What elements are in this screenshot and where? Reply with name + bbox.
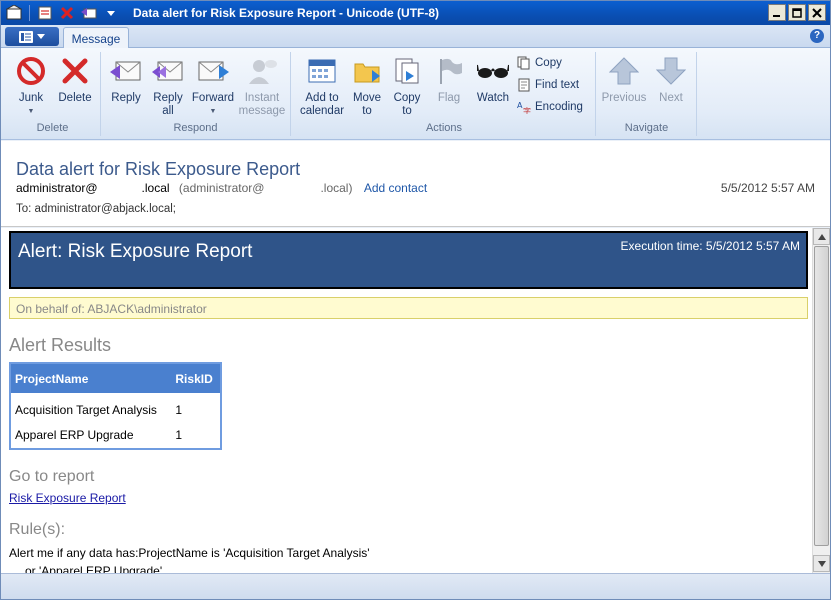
ribbon: Junk ▼ Delete Delete Reply Reply all For… [1,48,830,140]
go-to-report-heading: Go to report [9,468,95,485]
risk-exposure-report-link[interactable]: Risk Exposure Report [9,491,126,505]
glasses-icon [476,54,510,88]
to-label: To: [16,203,32,215]
ribbon-tab-strip: Message ? [1,25,830,49]
message-header: Data alert for Risk Exposure Report admi… [1,141,830,227]
forward-icon [196,54,230,88]
ribbon-group-respond: Reply Reply all Forward ▼ Instant messag… [101,52,291,136]
flag-icon [432,54,466,88]
copy-button[interactable]: Copy [517,56,562,70]
chevron-down-icon [817,560,826,567]
delete-button[interactable]: Delete [53,52,97,105]
status-bar [1,573,830,599]
reply-all-button[interactable]: Reply all [147,52,189,118]
arrow-up-icon [607,54,641,88]
table-cell: Apparel ERP Upgrade [15,427,134,442]
reply-button[interactable]: Reply [105,52,147,105]
customize-dropdown-icon[interactable] [102,4,120,22]
chevron-up-icon [817,233,826,240]
encoding-button[interactable]: A字 Encoding [517,100,583,114]
copy-icon [517,56,530,70]
column-header-projectname: ProjectName [10,363,172,393]
to-line: To: administrator@abjack.local; [16,203,176,215]
sender-name: administrator@ [16,181,98,195]
junk-quick-icon[interactable] [36,4,54,22]
find-text-button[interactable]: Find text [517,78,579,92]
reply-quick-icon[interactable] [80,4,98,22]
previous-button[interactable]: Previous [599,52,649,105]
alert-results-table: ProjectName RiskID Acquisition Target An… [9,362,222,450]
flag-button[interactable]: Flag [429,52,469,105]
delete-quick-icon[interactable] [58,4,76,22]
execution-time: Execution time: 5/5/2012 5:57 AM [620,239,800,253]
sender-domain: .local [141,181,170,195]
close-button[interactable] [808,4,826,21]
window-title: Data alert for Risk Exposure Report - Un… [133,6,440,20]
svg-text:字: 字 [523,106,531,114]
next-button[interactable]: Next [649,52,693,105]
chevron-down-icon: ▼ [209,108,217,115]
ribbon-group-actions: Add to calendar Move to Copy to Flag Wat… [293,52,596,136]
table-cell: 1 [175,403,183,417]
person-chat-icon [245,54,279,88]
document-copy-icon [390,54,424,88]
sender-address-open: (administrator@ [178,181,265,195]
chevron-down-icon [37,33,45,39]
tab-message[interactable]: Message [63,27,129,49]
scrollbar-thumb[interactable] [814,246,829,546]
maximize-button[interactable] [788,4,806,21]
calendar-icon [305,54,339,88]
junk-button[interactable]: Junk ▼ [9,52,53,118]
mail-app-icon[interactable] [5,4,23,22]
alert-results-heading: Alert Results [9,335,112,355]
help-icon[interactable]: ? [810,29,824,43]
encoding-icon: A字 [517,101,531,114]
forward-button[interactable]: Forward ▼ [189,52,237,118]
arrow-down-icon [654,54,688,88]
copy-to-button[interactable]: Copy to [387,52,427,118]
delete-x-icon [58,54,92,88]
chevron-down-icon: ▼ [27,108,35,115]
table-cell: Acquisition Target Analysis [15,403,157,417]
ribbon-group-navigate: Previous Next Navigate [597,52,697,136]
app-menu-button[interactable] [5,27,59,46]
on-behalf-bar: On behalf of: ABJACK\administrator [9,297,808,319]
from-line: administrator@ .local (administrator@ .loc… [16,181,427,195]
quick-access-toolbar [5,4,120,22]
rules-heading: Rule(s): [9,521,66,538]
window-controls [768,4,826,21]
message-date: 5/5/2012 5:57 AM [720,181,815,195]
scroll-down-button[interactable] [813,555,830,572]
find-document-icon [518,78,530,92]
watch-button[interactable]: Watch [471,52,515,105]
message-body: Alert: Risk Exposure Report Execution ti… [1,228,812,573]
sender-address-close: .local) [320,181,353,195]
reply-icon [109,54,143,88]
alert-title: Alert: Risk Exposure Report [18,241,253,262]
folder-move-icon [350,54,384,88]
vertical-scrollbar[interactable] [812,228,830,573]
table-cell: 1 [175,427,183,442]
alert-banner: Alert: Risk Exposure Report Execution ti… [9,231,808,289]
table-row: Acquisition Target Analysis 1 [10,393,221,421]
reply-all-icon [151,54,185,88]
add-to-calendar-button[interactable]: Add to calendar [297,52,347,118]
to-recipient[interactable]: administrator@abjack.local; [35,203,176,215]
message-window: Data alert for Risk Exposure Report - Un… [0,0,831,600]
junk-icon [14,54,48,88]
ribbon-group-delete: Junk ▼ Delete Delete [5,52,101,136]
scroll-up-button[interactable] [813,228,830,245]
add-contact-link[interactable]: Add contact [364,181,427,195]
move-to-button[interactable]: Move to [347,52,387,118]
title-bar: Data alert for Risk Exposure Report - Un… [1,1,830,25]
minimize-button[interactable] [768,4,786,21]
rule-line: Alert me if any data has:ProjectName is … [9,546,370,560]
message-subject: Data alert for Risk Exposure Report [16,159,301,179]
rule-line: or 'Apparel ERP Upgrade' [25,564,163,573]
menu-icon [19,30,33,43]
instant-message-button[interactable]: Instant message [237,52,287,118]
table-row: Apparel ERP Upgrade 1 [10,421,221,449]
column-header-riskid: RiskID [171,363,221,393]
